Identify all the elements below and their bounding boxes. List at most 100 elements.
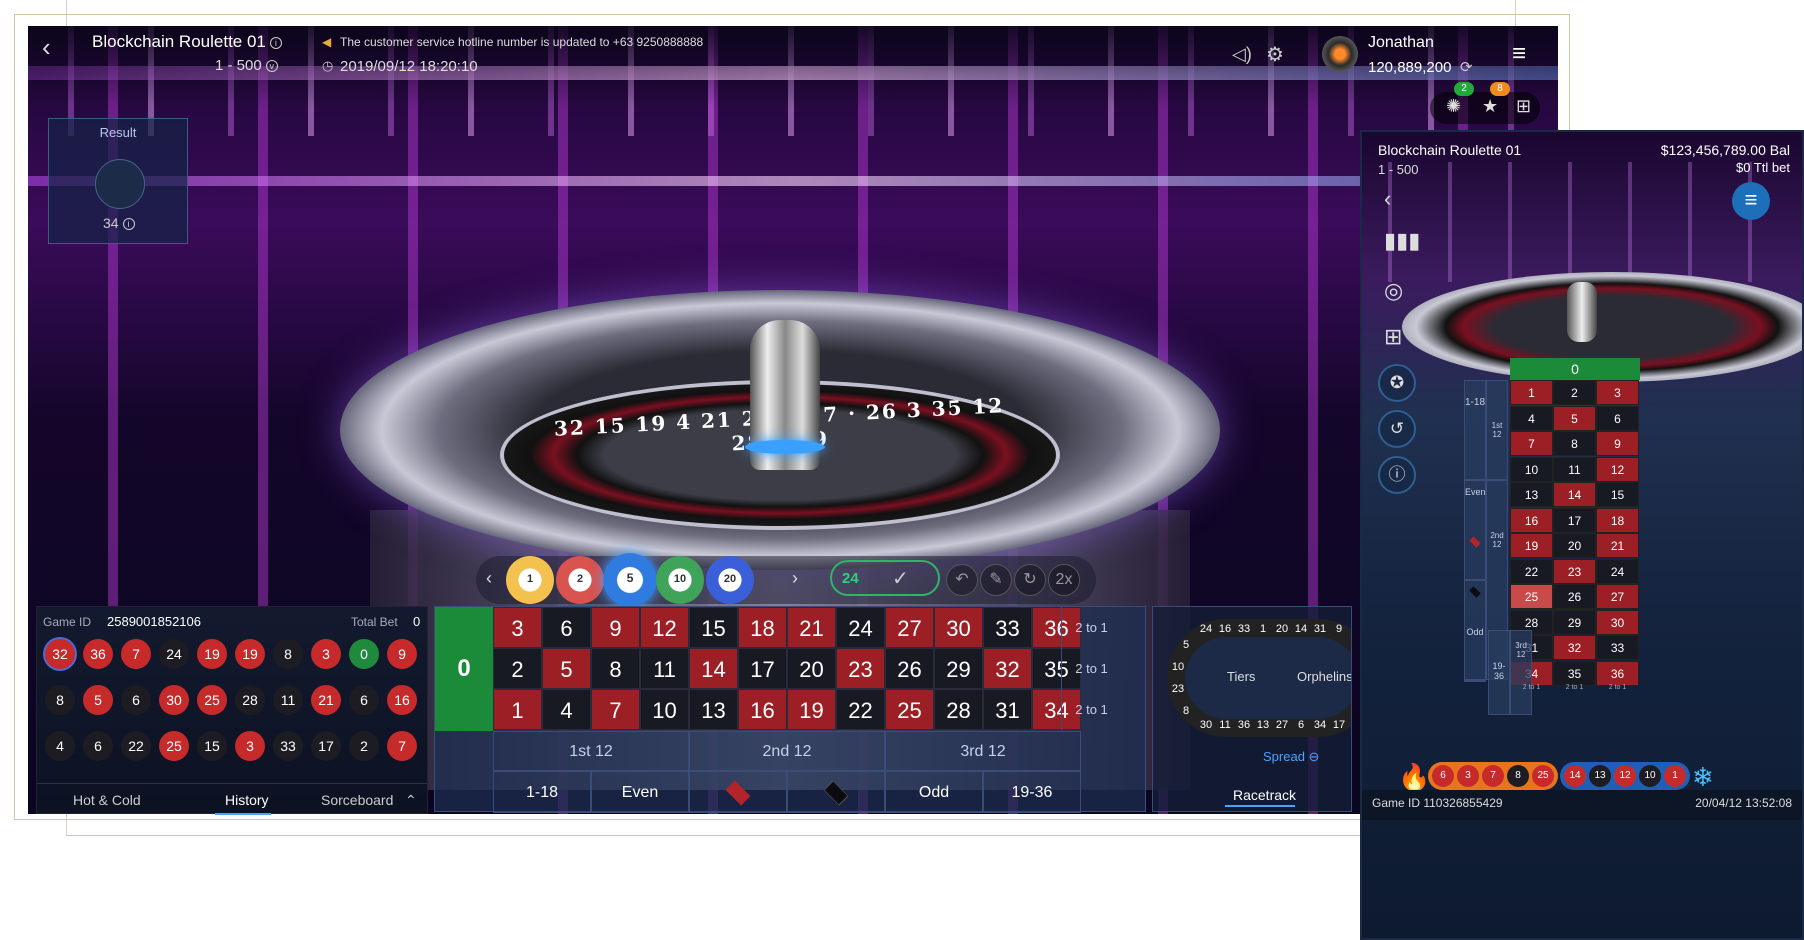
bet-odd[interactable]: Odd [885,771,983,813]
bet-number-19[interactable]: 19 [787,689,836,730]
mobile-bet-number-6[interactable]: 6 [1596,405,1639,431]
mobile-bet-number-15[interactable]: 15 [1596,482,1639,507]
info-icon[interactable]: i [122,218,135,231]
grid-lobby-icon[interactable]: ⊞ [1516,96,1531,117]
chevron-up-icon[interactable]: ⌃ [405,792,417,809]
bet-black[interactable] [787,771,885,813]
bet-number-1[interactable]: 1 [493,689,542,730]
info-icon[interactable]: ⓘ [1378,456,1416,494]
racetrack-number-36[interactable]: 36 [1235,719,1253,731]
bet-number-22[interactable]: 22 [836,689,885,730]
bet-1-18[interactable]: 1-18 [493,771,591,813]
chip-1[interactable]: 1 [506,556,554,604]
mobile-bet-number-19[interactable]: 19 [1510,533,1553,558]
hamburger-menu-icon[interactable]: ≡ [1512,40,1526,68]
mobile-bet-number-36[interactable]: 36 [1596,660,1639,686]
spread-toggle[interactable]: Spread ⊖ [1263,749,1319,765]
chip-prev-icon[interactable]: ‹ [486,568,492,589]
mobile-bet-dozen-1[interactable]: 1st 12 [1486,380,1508,480]
mobile-bet-number-17[interactable]: 17 [1553,507,1596,533]
bet-number-17[interactable]: 17 [738,648,787,689]
chevron-down-icon[interactable]: v [265,60,278,73]
mobile-bet-19-36[interactable] [1464,680,1486,682]
award-icon[interactable]: ✪ [1378,364,1416,402]
mobile-bet-number-2[interactable]: 2 [1553,380,1596,405]
racetrack-number-1[interactable]: 1 [1254,623,1272,635]
mobile-bet-number-16[interactable]: 16 [1510,507,1553,533]
bet-number-6[interactable]: 6 [542,607,591,648]
mobile-bet-number-24[interactable]: 24 [1596,558,1639,584]
info-icon[interactable]: i [269,36,282,49]
mobile-bet-number-33[interactable]: 33 [1596,635,1639,660]
mobile-bet-number-14[interactable]: 14 [1553,482,1596,507]
mobile-bet-19-36-side[interactable]: 19-36 [1488,630,1510,715]
mobile-bet-number-32[interactable]: 32 [1553,635,1596,660]
tab-history[interactable]: History [225,792,269,808]
bet-number-20[interactable]: 20 [787,648,836,689]
chip-next-icon[interactable]: › [792,568,798,589]
mobile-bet-number-22[interactable]: 22 [1510,558,1553,584]
back-arrow-icon[interactable]: ‹ [1384,186,1391,212]
chip-10[interactable]: 10 [656,556,704,604]
racetrack-icon[interactable]: ◎ [1384,278,1403,304]
bet-number-9[interactable]: 9 [591,607,640,648]
racetrack-number-16[interactable]: 16 [1216,623,1234,635]
racetrack-number-23[interactable]: 23 [1169,683,1187,695]
bet-column-2[interactable]: 2 to 1 [1061,648,1121,689]
racetrack-number-13[interactable]: 13 [1254,719,1272,731]
mobile-bet-column[interactable]: 2 to 1 [1596,684,1639,691]
tab-racetrack[interactable]: Racetrack [1233,787,1296,803]
bet-19-36[interactable]: 19-36 [983,771,1081,813]
chip-settings-icon[interactable]: ✺ [1446,96,1461,117]
mobile-bet-number-5[interactable]: 5 [1553,405,1596,431]
mobile-bet-number-13[interactable]: 13 [1510,482,1553,507]
bet-column-3[interactable]: 2 to 1 [1061,607,1121,648]
bet-number-23[interactable]: 23 [836,648,885,689]
volume-icon[interactable]: ◁) [1232,44,1252,65]
tab-scoreboard[interactable]: Sorceboard [321,792,393,808]
bet-number-3[interactable]: 3 [493,607,542,648]
tab-hot-cold[interactable]: Hot & Cold [73,792,141,808]
chip-5[interactable]: 5 [603,553,657,607]
bet-number-16[interactable]: 16 [738,689,787,730]
bet-number-2[interactable]: 2 [493,648,542,689]
bet-number-12[interactable]: 12 [640,607,689,648]
bet-number-10[interactable]: 10 [640,689,689,730]
racetrack-number-30[interactable]: 30 [1197,719,1215,731]
settings-gear-icon[interactable]: ⚙ [1266,42,1284,67]
favorite-star-icon[interactable]: ★ [1482,96,1498,117]
racetrack-number-10[interactable]: 10 [1169,661,1187,673]
bet-number-31[interactable]: 31 [983,689,1032,730]
bet-number-15[interactable]: 15 [689,607,738,648]
bet-red[interactable] [689,771,787,813]
mobile-bet-number-12[interactable]: 12 [1596,456,1639,482]
bet-number-30[interactable]: 30 [934,607,983,648]
bet-dozen-2[interactable]: 2nd 12 [689,731,885,771]
mobile-bet-number-1[interactable]: 1 [1510,380,1553,405]
grid-lobby-icon[interactable]: ⊞ [1384,324,1402,350]
mobile-bet-column[interactable]: 2 to 1 [1510,684,1553,691]
racetrack-number-27[interactable]: 27 [1273,719,1291,731]
mobile-bet-number-10[interactable]: 10 [1510,456,1553,482]
bet-number-18[interactable]: 18 [738,607,787,648]
bet-number-27[interactable]: 27 [885,607,934,648]
refresh-balance-icon[interactable]: ⟳ [1460,58,1473,76]
bet-number-13[interactable]: 13 [689,689,738,730]
bet-number-11[interactable]: 11 [640,648,689,689]
bet-zero[interactable]: 0 [435,607,493,731]
mobile-bet-number-9[interactable]: 9 [1596,431,1639,456]
bet-dozen-1[interactable]: 1st 12 [493,731,689,771]
mobile-bet-zero[interactable]: 0 [1510,358,1640,380]
racetrack-number-20[interactable]: 20 [1273,623,1291,635]
bet-even[interactable]: Even [591,771,689,813]
undo-icon[interactable]: ↶ [946,564,978,596]
bet-number-14[interactable]: 14 [689,648,738,689]
mobile-bet-number-23[interactable]: 23 [1553,558,1596,584]
bet-number-21[interactable]: 21 [787,607,836,648]
bet-orphelins[interactable]: Orphelins [1297,669,1351,684]
racetrack-number-8[interactable]: 8 [1177,705,1195,717]
mobile-bet-number-4[interactable]: 4 [1510,405,1553,431]
bet-number-29[interactable]: 29 [934,648,983,689]
racetrack-number-14[interactable]: 14 [1292,623,1310,635]
bet-number-24[interactable]: 24 [836,607,885,648]
